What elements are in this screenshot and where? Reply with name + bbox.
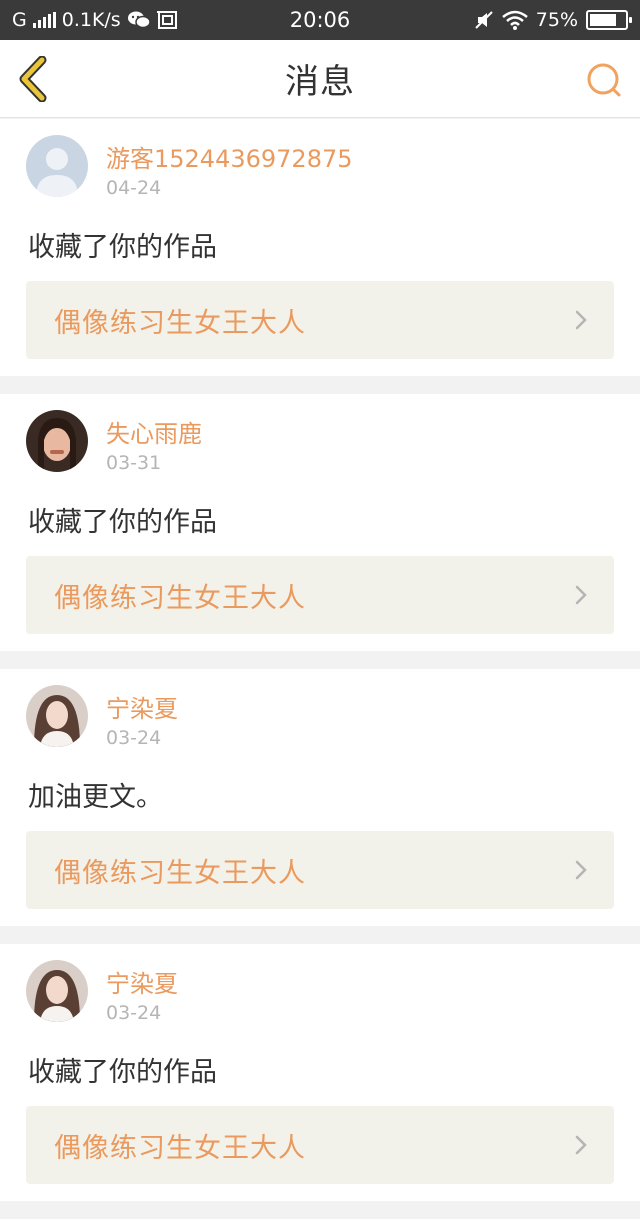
status-right: 75% [368, 9, 632, 31]
chevron-right-icon [575, 310, 587, 330]
top-nav-bar: 消息 [0, 40, 640, 118]
work-title: 偶像练习生女王大人 [54, 1132, 306, 1164]
default-avatar[interactable] [26, 135, 88, 197]
username[interactable]: 宁染夏 [106, 964, 178, 999]
battery-fill [590, 14, 616, 26]
message-text: 加油更文。 [28, 782, 163, 813]
wechat-icon [127, 11, 151, 29]
clock: 20:06 [289, 8, 351, 32]
status-left: G 0.1K/s [12, 9, 272, 31]
message-text: 收藏了你的作品 [28, 507, 217, 538]
user-photo-avatar[interactable] [26, 685, 88, 747]
work-link[interactable]: 偶像练习生女王大人 [26, 1106, 614, 1184]
username[interactable]: 失心雨鹿 [106, 414, 202, 449]
message-date: 03-24 [106, 727, 162, 749]
wifi-icon [501, 10, 528, 30]
message-text: 收藏了你的作品 [28, 1057, 217, 1088]
battery-icon [586, 10, 632, 30]
network-type: G [12, 9, 27, 31]
mute-icon [475, 11, 493, 29]
work-title: 偶像练习生女王大人 [54, 582, 306, 614]
work-link[interactable]: 偶像练习生女王大人 [26, 281, 614, 359]
message-card: 游客1524436972875 04-24 收藏了你的作品 偶像练习生女王大人 [0, 119, 640, 376]
work-title: 偶像练习生女王大人 [54, 307, 306, 339]
chevron-right-icon [575, 585, 587, 605]
username[interactable]: 宁染夏 [106, 689, 178, 724]
user-photo-avatar[interactable] [26, 410, 88, 472]
message-list: 游客1524436972875 04-24 收藏了你的作品 偶像练习生女王大人 … [0, 119, 640, 1219]
network-speed: 0.1K/s [61, 9, 121, 31]
status-bar: G 0.1K/s 20:06 75% [0, 0, 640, 40]
battery-percent: 75% [535, 9, 578, 31]
message-date: 03-31 [106, 452, 162, 474]
page-title: 消息 [285, 62, 355, 102]
back-chevron-icon[interactable] [14, 56, 54, 102]
message-card: 宁染夏 03-24 加油更文。 偶像练习生女王大人 [0, 669, 640, 926]
screenshot-icon [156, 11, 177, 29]
search-icon[interactable] [584, 60, 624, 100]
message-date: 03-24 [106, 1002, 162, 1024]
work-link[interactable]: 偶像练习生女王大人 [26, 556, 614, 634]
message-card: 失心雨鹿 03-31 收藏了你的作品 偶像练习生女王大人 [0, 394, 640, 651]
chevron-right-icon [575, 1135, 587, 1155]
message-date: 04-24 [106, 177, 162, 199]
work-title: 偶像练习生女王大人 [54, 857, 306, 889]
user-photo-avatar[interactable] [26, 960, 88, 1022]
signal-icon [32, 12, 56, 28]
username[interactable]: 游客1524436972875 [106, 139, 353, 174]
chevron-right-icon [575, 860, 587, 880]
message-card: 宁染夏 03-24 收藏了你的作品 偶像练习生女王大人 [0, 944, 640, 1201]
message-text: 收藏了你的作品 [28, 232, 217, 263]
work-link[interactable]: 偶像练习生女王大人 [26, 831, 614, 909]
